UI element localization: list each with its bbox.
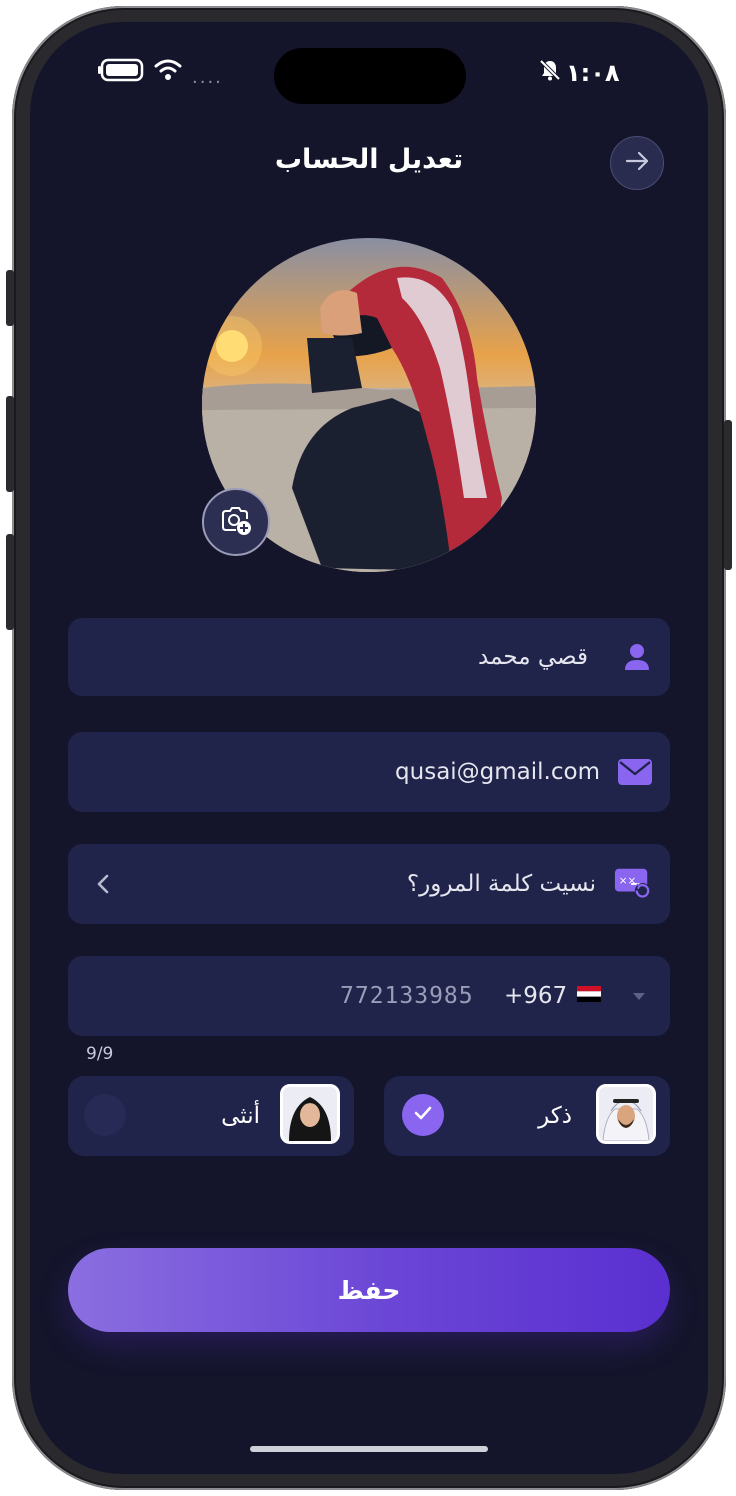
- caret-down-icon: [620, 979, 658, 1013]
- camera-add-icon: [219, 503, 253, 541]
- password-reset-icon: ××: [614, 866, 652, 900]
- svg-text:××: ××: [619, 875, 637, 887]
- male-radio[interactable]: [402, 1094, 444, 1136]
- page-title: تعديل الحساب: [274, 144, 464, 175]
- status-right: ١:٠٨: [538, 58, 620, 88]
- female-avatar: [280, 1084, 340, 1144]
- back-button[interactable]: [610, 136, 664, 190]
- email-field[interactable]: qusai@gmail.com: [68, 732, 670, 812]
- male-label: ذكر: [538, 1103, 572, 1129]
- country-code: +967: [504, 983, 568, 1009]
- home-indicator: [250, 1446, 488, 1452]
- volume-down-button: [6, 534, 14, 630]
- change-photo-button[interactable]: [202, 488, 270, 556]
- volume-up-button: [6, 396, 14, 492]
- male-avatar: [596, 1084, 656, 1144]
- phone-counter: 9/9: [86, 1044, 114, 1064]
- wifi-icon: [154, 58, 182, 88]
- phone-number: 772133985: [340, 983, 474, 1009]
- screen: .... ١:٠٨ تعديل الحساب قصي محمد qusai@gm…: [30, 22, 708, 1474]
- envelope-icon: [616, 755, 654, 789]
- dynamic-island: [274, 48, 466, 104]
- female-radio[interactable]: [84, 1094, 126, 1136]
- female-label: أنثى: [221, 1103, 260, 1129]
- bell-muted-icon: [538, 58, 562, 88]
- name-value: قصي محمد: [478, 644, 588, 670]
- silent-switch: [6, 270, 14, 326]
- signal-dots: ....: [192, 66, 223, 88]
- country-code-selector[interactable]: +967: [504, 956, 602, 1036]
- yemen-flag-icon: [577, 986, 602, 1006]
- gender-female-option[interactable]: أنثى: [68, 1076, 354, 1156]
- battery-icon: [98, 58, 144, 88]
- phone-field[interactable]: +967 772133985: [68, 956, 670, 1036]
- check-icon: [412, 1102, 434, 1128]
- power-button: [724, 420, 732, 570]
- status-time: ١:٠٨: [566, 59, 620, 87]
- arrow-right-icon: [622, 146, 652, 180]
- email-value: qusai@gmail.com: [395, 759, 600, 785]
- name-field[interactable]: قصي محمد: [68, 618, 670, 696]
- forgot-password-label: نسيت كلمة المرور؟: [406, 871, 596, 897]
- user-icon: [618, 640, 656, 674]
- gender-male-option[interactable]: ذكر: [384, 1076, 670, 1156]
- save-button[interactable]: حفظ: [68, 1248, 670, 1332]
- forgot-password-row[interactable]: ×× نسيت كلمة المرور؟: [68, 844, 670, 924]
- status-left: ....: [98, 58, 223, 88]
- chevron-left-icon: [84, 867, 122, 901]
